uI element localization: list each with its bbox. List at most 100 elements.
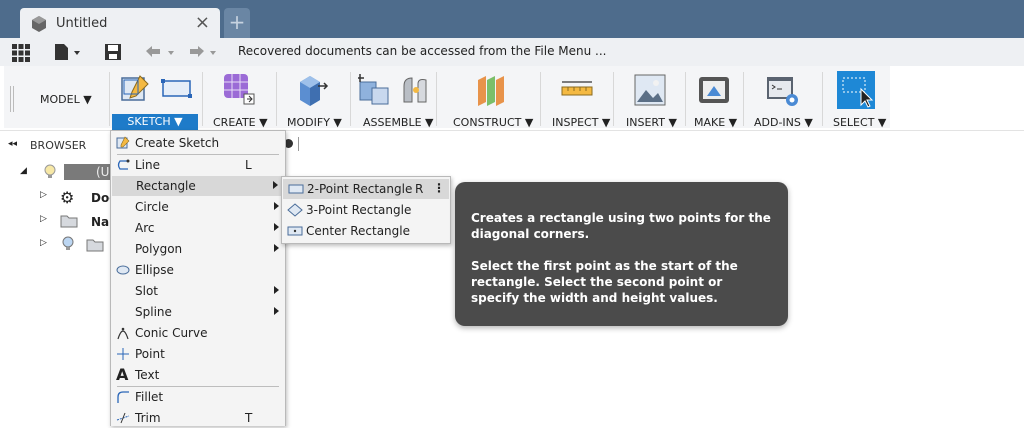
create-form-icon[interactable]	[222, 72, 256, 109]
conic-curve-icon	[116, 326, 130, 343]
menu-item-ellipse[interactable]: Ellipse	[111, 260, 285, 280]
document-tab[interactable]: Untitled ×	[20, 8, 220, 38]
menu-item-line[interactable]: Line L	[111, 155, 285, 175]
new-tab-button[interactable]: +	[224, 8, 250, 38]
folder-icon	[60, 214, 78, 231]
two-point-rectangle-icon	[288, 182, 304, 199]
modify-press-pull-icon[interactable]	[296, 72, 330, 109]
menu-item-conic-curve[interactable]: Conic Curve	[111, 323, 285, 343]
menu-item-create-sketch[interactable]: Create Sketch	[111, 133, 285, 153]
menu-item-fillet[interactable]: Fillet	[111, 387, 285, 407]
menu-item-text[interactable]: A Text	[111, 365, 285, 385]
create-sketch-tool-icon[interactable]	[120, 72, 152, 107]
menu-item-arc[interactable]: Arc	[111, 218, 285, 238]
visibility-bulb-icon[interactable]	[44, 164, 56, 183]
menu-item-circle[interactable]: Circle	[111, 197, 285, 217]
separator	[822, 72, 823, 126]
three-point-rectangle-icon	[287, 203, 303, 220]
workspace-switcher[interactable]: MODEL ▼	[40, 93, 92, 106]
assemble-menu-button[interactable]: ASSEMBLE ▼	[363, 116, 434, 129]
separator	[350, 72, 351, 126]
file-menu-icon[interactable]	[54, 43, 84, 64]
separator	[613, 72, 614, 126]
sketch-dropdown-menu: Create Sketch Line L Rectangle Circle Ar…	[110, 130, 286, 426]
visibility-bulb-icon[interactable]	[62, 236, 74, 255]
submenu-arrow-icon	[274, 223, 279, 231]
make-menu-button[interactable]: MAKE ▼	[694, 116, 737, 129]
trim-icon	[116, 411, 130, 428]
create-sketch-icon	[116, 136, 130, 153]
line-icon	[116, 158, 130, 175]
3d-print-icon[interactable]	[698, 74, 730, 109]
expand-arrow-icon[interactable]: ▷	[40, 238, 47, 248]
addins-menu-button[interactable]: ADD-INS ▼	[754, 116, 813, 129]
expand-arrow-icon[interactable]: ▷	[40, 214, 47, 224]
separator	[685, 72, 686, 126]
inspect-menu-button[interactable]: INSPECT ▼	[552, 116, 610, 129]
separator	[276, 72, 277, 126]
tool-tooltip: Creates a rectangle using two points for…	[455, 182, 788, 326]
separator	[436, 72, 437, 126]
close-tab-icon[interactable]: ×	[195, 12, 210, 33]
root-component-label: (U	[64, 164, 112, 180]
menu-item-slot[interactable]: Slot	[111, 281, 285, 301]
select-menu-button[interactable]: SELECT ▼	[833, 116, 886, 129]
save-icon[interactable]	[104, 43, 122, 64]
submenu-arrow-icon	[273, 181, 278, 189]
tooltip-instructions: Select the first point as the start of t…	[471, 259, 738, 305]
modify-menu-button[interactable]: MODIFY ▼	[287, 116, 342, 129]
rectangle-tool-icon[interactable]	[160, 76, 194, 105]
center-rectangle-icon	[287, 224, 303, 241]
fillet-icon	[116, 390, 130, 407]
tab-title: Untitled	[56, 16, 108, 31]
folder-icon	[86, 238, 104, 255]
scripts-addins-icon[interactable]	[766, 76, 800, 111]
rectangle-submenu: 2-Point Rectangle R ⋮ 3-Point Rectangle …	[281, 176, 451, 244]
expand-arrow-icon[interactable]: ◢	[20, 166, 27, 176]
submenu-arrow-icon	[274, 202, 279, 210]
separator	[743, 72, 744, 126]
select-tool-icon[interactable]	[837, 71, 875, 112]
title-bar: Untitled × +	[0, 0, 1024, 38]
menu-item-point[interactable]: Point	[111, 344, 285, 364]
construct-plane-icon[interactable]	[474, 72, 508, 109]
separator	[109, 72, 110, 126]
redo-icon[interactable]	[188, 43, 224, 64]
document-cube-icon	[30, 15, 48, 36]
data-panel-grid-icon[interactable]	[12, 44, 30, 65]
sketch-menu-button[interactable]: SKETCH ▼	[112, 114, 198, 130]
menu-item-spline[interactable]: Spline	[111, 302, 285, 322]
separator	[540, 72, 541, 126]
submenu-arrow-icon	[274, 244, 279, 252]
menu-item-3-point-rectangle[interactable]: 3-Point Rectangle	[282, 200, 450, 220]
separator	[202, 72, 203, 126]
text-tool-icon: A	[116, 365, 129, 384]
ellipse-icon	[116, 263, 130, 280]
menu-item-polygon[interactable]: Polygon	[111, 239, 285, 259]
submenu-arrow-icon	[274, 286, 279, 294]
menu-item-2-point-rectangle[interactable]: 2-Point Rectangle R ⋮	[283, 179, 449, 199]
browser-resize-handle[interactable]	[298, 137, 299, 151]
menu-item-trim[interactable]: Trim T	[111, 408, 285, 428]
tooltip-description: Creates a rectangle using two points for…	[471, 211, 771, 241]
quick-access-toolbar: Recovered documents can be accessed from…	[0, 38, 1024, 66]
menu-item-rectangle[interactable]: Rectangle	[112, 176, 284, 196]
collapse-browser-icon[interactable]: ◂◂	[8, 139, 17, 149]
gear-icon: ⚙	[60, 188, 75, 207]
browser-label: BROWSER	[30, 139, 87, 152]
menu-item-center-rectangle[interactable]: Center Rectangle	[282, 221, 450, 241]
submenu-arrow-icon	[274, 307, 279, 315]
expand-arrow-icon[interactable]: ▷	[40, 190, 47, 200]
more-options-icon[interactable]: ⋮	[433, 181, 445, 195]
recovery-message: Recovered documents can be accessed from…	[238, 44, 607, 58]
point-icon	[116, 347, 130, 364]
new-component-icon[interactable]	[356, 72, 390, 109]
insert-image-icon[interactable]	[634, 74, 666, 109]
undo-icon[interactable]	[144, 43, 180, 64]
construct-menu-button[interactable]: CONSTRUCT ▼	[453, 116, 533, 129]
insert-menu-button[interactable]: INSERT ▼	[626, 116, 677, 129]
measure-ruler-icon[interactable]	[560, 80, 594, 103]
joint-icon[interactable]	[400, 74, 432, 109]
create-menu-button[interactable]: CREATE ▼	[213, 116, 268, 129]
ribbon-grip[interactable]	[10, 86, 14, 112]
